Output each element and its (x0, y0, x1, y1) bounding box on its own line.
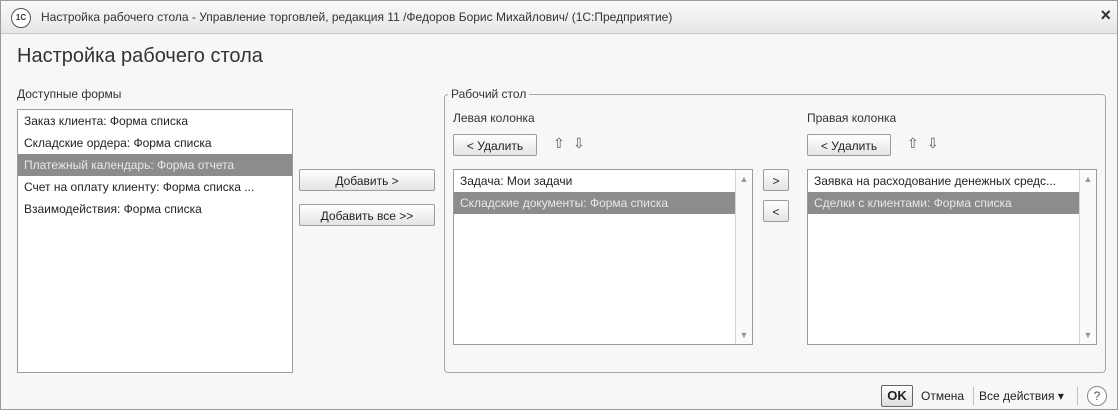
cancel-button[interactable]: Отмена (921, 389, 964, 403)
right-column-label: Правая колонка (807, 111, 897, 125)
available-forms-label: Доступные формы (17, 87, 122, 101)
all-actions-label: Все действия (979, 389, 1055, 403)
footer-divider (1077, 387, 1078, 405)
move-up-icon[interactable]: ⇧ (553, 135, 565, 152)
list-item[interactable]: Складские ордера: Форма списка (18, 132, 292, 154)
app-logo-icon: 1С (11, 8, 31, 28)
list-item[interactable]: Заказ клиента: Форма списка (18, 110, 292, 132)
ok-button[interactable]: OK (881, 385, 913, 407)
list-item[interactable]: Задача: Мои задачи (454, 170, 752, 192)
page-title: Настройка рабочего стола (17, 45, 263, 67)
footer-divider (973, 387, 974, 405)
list-item[interactable]: Платежный календарь: Форма отчета (18, 154, 292, 176)
move-right-button[interactable]: > (763, 169, 789, 191)
list-item[interactable]: Сделки с клиентами: Форма списка (808, 192, 1079, 214)
scroll-up-icon[interactable]: ▲ (1080, 174, 1096, 184)
add-all-button[interactable]: Добавить все >> (299, 204, 435, 226)
move-down-icon[interactable]: ⇩ (927, 135, 939, 152)
list-item[interactable]: Взаимодействия: Форма списка (18, 198, 292, 220)
list-item[interactable]: Заявка на расходование денежных средс... (808, 170, 1079, 192)
right-list-scrollbar[interactable]: ▲ ▼ (1079, 170, 1096, 344)
left-list-scrollbar[interactable]: ▲ ▼ (735, 170, 752, 344)
list-item[interactable]: Счет на оплату клиенту: Форма списка ... (18, 176, 292, 198)
left-column-label: Левая колонка (453, 111, 535, 125)
title-bar: 1С Настройка рабочего стола - Управление… (1, 1, 1117, 34)
right-delete-button[interactable]: < Удалить (807, 134, 891, 156)
available-forms-list[interactable]: Заказ клиента: Форма списка Складские ор… (17, 109, 293, 373)
move-down-icon[interactable]: ⇩ (573, 135, 585, 152)
right-column-list[interactable]: Заявка на расходование денежных средс...… (807, 169, 1097, 345)
move-left-button[interactable]: < (763, 200, 789, 222)
left-delete-button[interactable]: < Удалить (453, 134, 537, 156)
move-up-icon[interactable]: ⇧ (907, 135, 919, 152)
close-icon[interactable]: × (1100, 5, 1111, 26)
scroll-down-icon[interactable]: ▼ (736, 330, 752, 340)
settings-window: 1С Настройка рабочего стола - Управление… (0, 0, 1118, 410)
add-button[interactable]: Добавить > (299, 169, 435, 191)
desktop-group-title: Рабочий стол (448, 87, 530, 101)
chevron-down-icon: ▾ (1057, 389, 1064, 403)
all-actions-menu[interactable]: Все действия ▾ (979, 389, 1064, 403)
list-item[interactable]: Складские документы: Форма списка (454, 192, 735, 214)
scroll-up-icon[interactable]: ▲ (736, 174, 752, 184)
left-column-list[interactable]: Задача: Мои задачи Складские документы: … (453, 169, 753, 345)
help-icon[interactable]: ? (1087, 386, 1107, 406)
scroll-down-icon[interactable]: ▼ (1080, 330, 1096, 340)
window-title: Настройка рабочего стола - Управление то… (41, 10, 673, 24)
